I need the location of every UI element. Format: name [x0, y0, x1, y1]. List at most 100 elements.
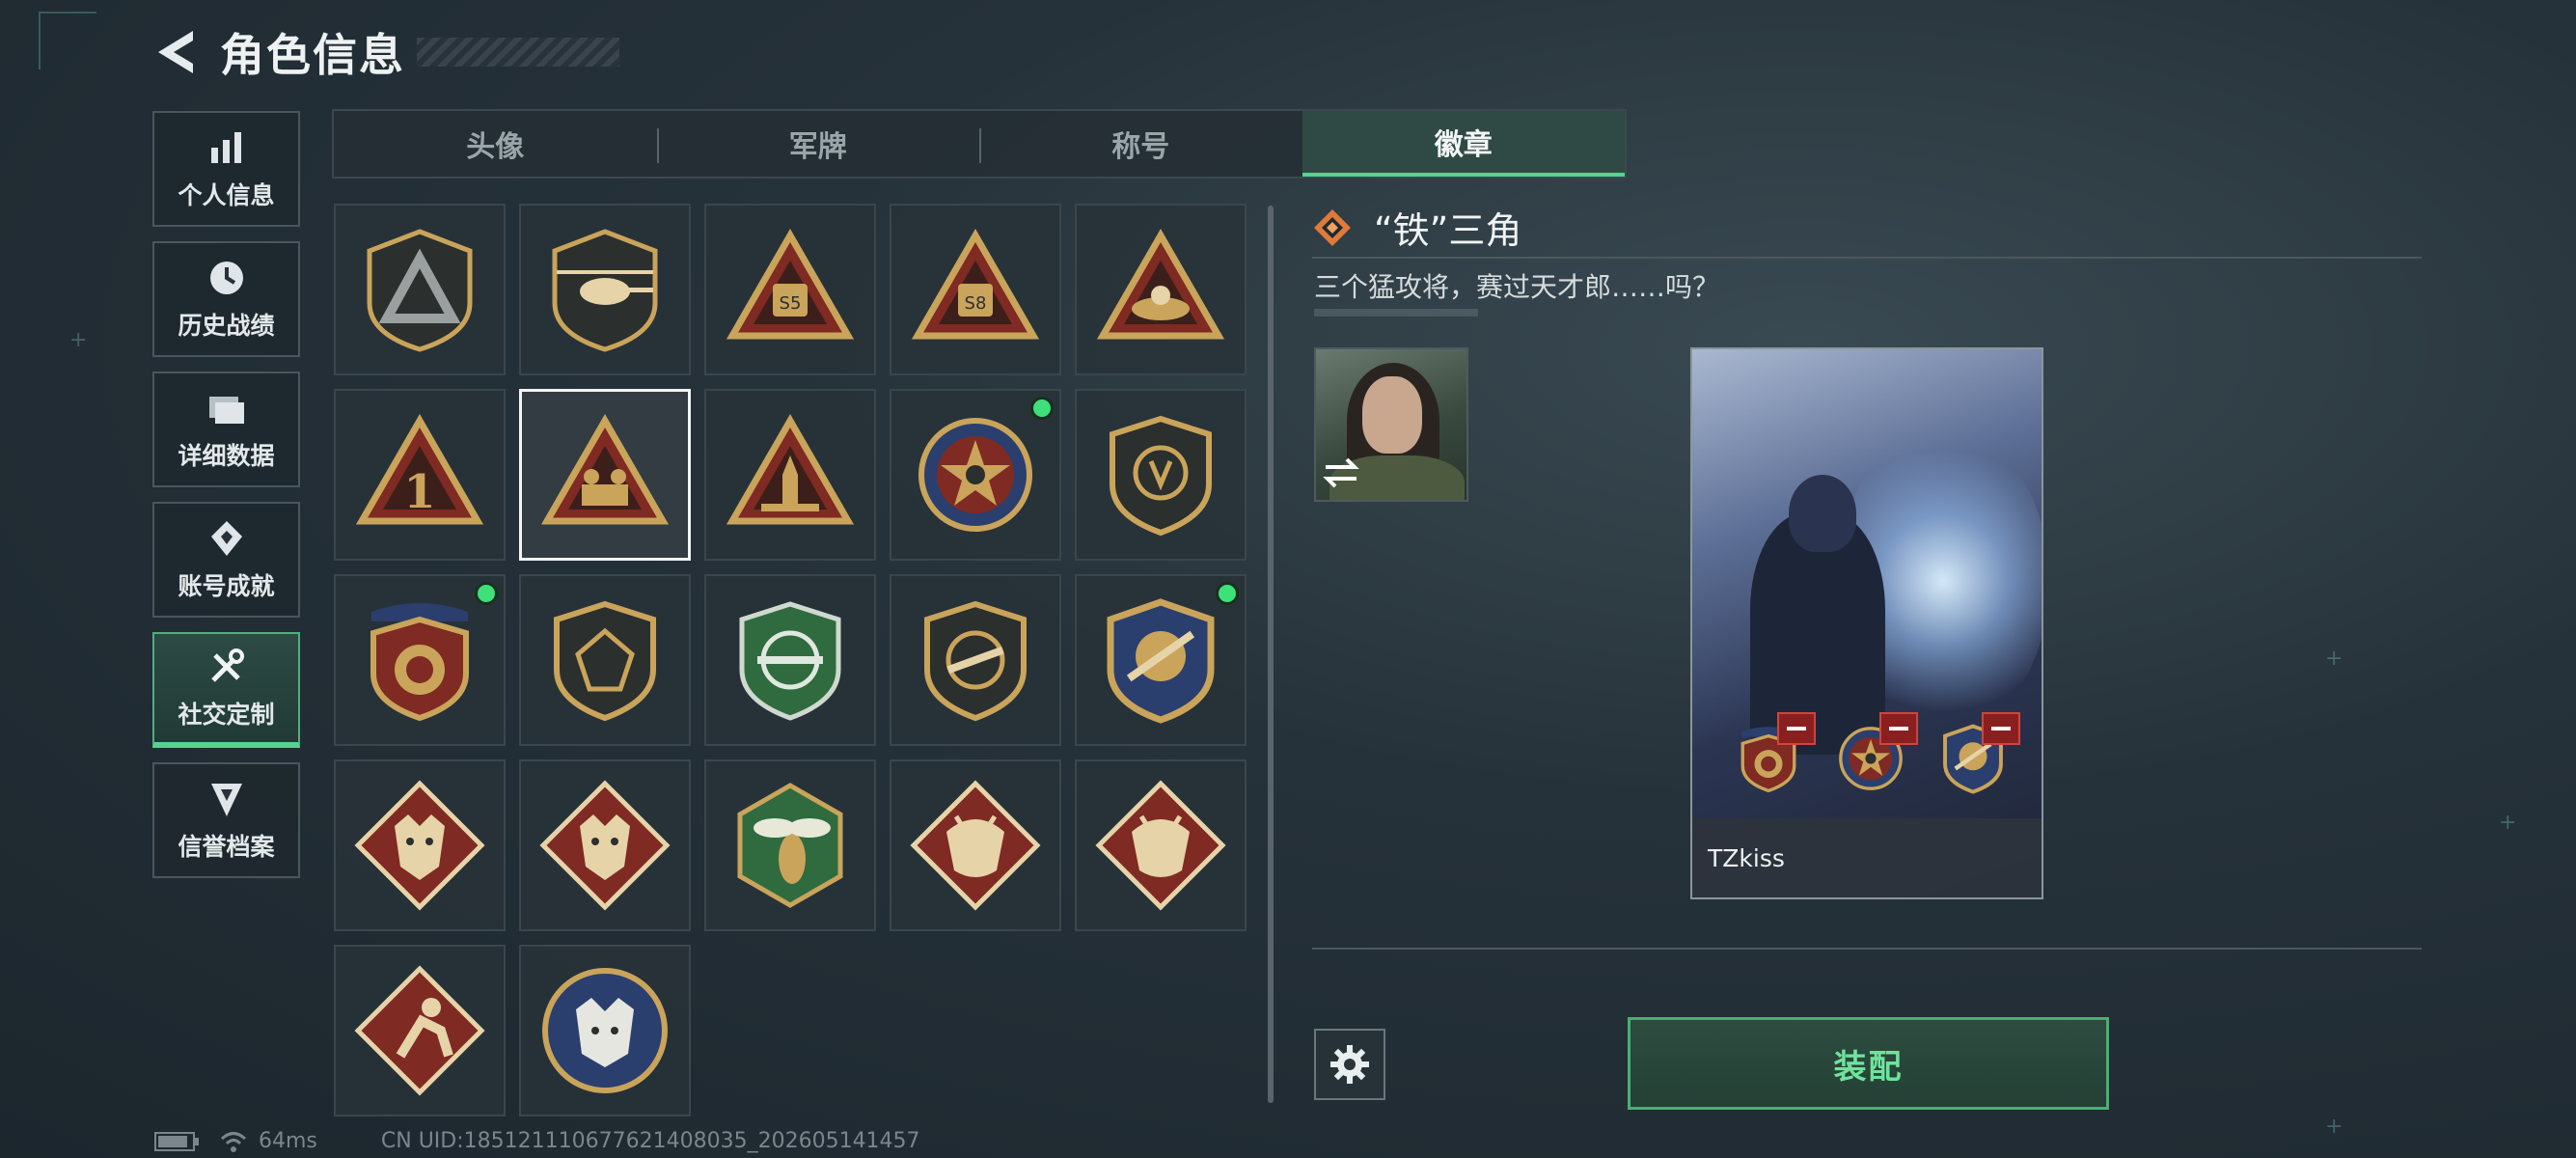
badge-cell[interactable]: S8: [890, 204, 1061, 375]
runner-diamond-badge-icon: [354, 965, 485, 1096]
badge-cell[interactable]: [890, 574, 1061, 746]
sidebar-item-history[interactable]: 历史战绩: [152, 241, 300, 357]
badge-name: “铁”三角: [1374, 209, 1522, 252]
badge-cell[interactable]: [519, 759, 691, 931]
uid-text: CN UID:185121110677621408035_20260514145…: [380, 1129, 920, 1153]
title-decoration: [417, 38, 619, 67]
badge-cell[interactable]: [1075, 759, 1247, 931]
sidebar-item-label: 个人信息: [178, 181, 275, 209]
svg-text:S8: S8: [965, 293, 987, 314]
badge-cell[interactable]: [334, 759, 506, 931]
badge-cell[interactable]: [1075, 204, 1247, 375]
badge-cell[interactable]: S5: [704, 204, 876, 375]
reputation-icon: [210, 784, 242, 816]
sidebar-item-detailed-data[interactable]: 详细数据: [152, 372, 300, 487]
badge-grid: S5 S8 1: [334, 204, 1250, 1117]
soldiers-triangle-badge-icon: [540, 413, 670, 525]
svg-text:1: 1: [403, 465, 435, 519]
sidebar-item-label: 账号成就: [178, 572, 275, 600]
description-decoration: [1314, 309, 1478, 317]
rocket-triangle-badge-icon: [726, 413, 855, 525]
player-card-preview: TZkiss: [1690, 347, 2043, 899]
equipped-badge: [1935, 712, 2020, 801]
badge-cell[interactable]: [704, 389, 876, 561]
divider: [1312, 948, 2422, 950]
triangle-shield-badge-icon: [367, 229, 473, 352]
sidebar-item-label: 信誉档案: [178, 833, 275, 861]
crosshair-decoration: +: [2499, 811, 2517, 835]
wifi-icon: [220, 1131, 247, 1152]
badge-cell[interactable]: [334, 204, 506, 375]
wolf-diamond-badge-icon: [354, 780, 485, 911]
gem-shield-badge-icon: [554, 600, 656, 722]
badge-cell[interactable]: [704, 759, 876, 931]
corner-decoration: [39, 12, 96, 69]
tab-dog-tag[interactable]: 军牌: [656, 111, 980, 177]
badge-cell[interactable]: 1: [334, 389, 506, 561]
dragon-diamond-badge-icon: [910, 780, 1041, 911]
remove-badge-button[interactable]: [1982, 712, 2020, 745]
crosshair-decoration: +: [2325, 1115, 2343, 1139]
star-emblem-badge-icon: [918, 418, 1032, 532]
sidebar-item-reputation[interactable]: 信誉档案: [152, 762, 300, 878]
badge-cell[interactable]: [1075, 574, 1247, 746]
nest-triangle-badge-icon: [1096, 228, 1225, 340]
sidebar-item-label: 社交定制: [178, 701, 275, 729]
rarity-diamond-icon: [1314, 208, 1351, 246]
avatar-face: [1362, 376, 1422, 454]
category-tabs: 头像 军牌 称号 徽章: [332, 109, 1627, 179]
badge-cell[interactable]: [1075, 389, 1247, 561]
equipped-badges: [1731, 712, 2020, 801]
divider: [1312, 257, 2422, 259]
tab-title[interactable]: 称号: [979, 111, 1302, 177]
badge-cell[interactable]: [519, 574, 691, 746]
sidebar-item-achievements[interactable]: 账号成就: [152, 502, 300, 618]
sidebar-item-personal-info[interactable]: 个人信息: [152, 111, 300, 227]
badge-cell[interactable]: [334, 574, 506, 746]
dragon-diamond-badge-icon: [1095, 780, 1226, 911]
badge-description: 三个猛攻将，赛过天才郎……吗？: [1314, 271, 1720, 303]
settings-button[interactable]: [1314, 1029, 1385, 1100]
s8-triangle-badge-icon: S8: [911, 228, 1040, 340]
scrollbar[interactable]: [1268, 206, 1274, 1103]
avatar[interactable]: [1314, 347, 1468, 502]
tab-avatar[interactable]: 头像: [334, 111, 657, 177]
player-name: TZkiss: [1708, 843, 1785, 872]
blue-gold-sword-badge-icon: [1107, 598, 1215, 724]
wasp-hexagon-badge-icon: [737, 783, 843, 908]
folder-icon: [208, 397, 244, 424]
badge-cell[interactable]: [519, 204, 691, 375]
page-header: 角色信息: [154, 23, 619, 81]
bar-chart-icon: [210, 132, 241, 163]
wolf-diamond-badge-icon: [539, 780, 671, 911]
sidebar-item-social-custom[interactable]: 社交定制: [152, 632, 300, 748]
dark-shield-badge-icon: [1110, 415, 1212, 537]
badge-detail-header: “铁”三角: [1312, 201, 1521, 254]
badge-cell[interactable]: [704, 574, 876, 746]
clock-icon: [209, 262, 243, 294]
back-arrow-icon[interactable]: [154, 27, 201, 77]
red-gold-shield-badge-icon: [370, 603, 469, 722]
swap-icon[interactable]: [1322, 454, 1360, 492]
sidebar: 个人信息 历史战绩 详细数据 账号成就 社交定制 信誉档案: [152, 111, 300, 893]
badge-cell[interactable]: [334, 945, 506, 1117]
sidebar-item-label: 详细数据: [178, 442, 275, 470]
badge-cell[interactable]: [890, 759, 1061, 931]
badge-cell[interactable]: [519, 389, 691, 561]
remove-badge-button[interactable]: [1879, 712, 1918, 745]
equip-button-label: 装配: [1833, 1047, 1904, 1087]
equip-button[interactable]: 装配: [1628, 1017, 2109, 1110]
badge-cell[interactable]: [890, 389, 1061, 561]
crosshair-decoration: +: [2325, 647, 2343, 671]
green-crosshair-badge-icon: [739, 601, 841, 721]
sidebar-item-label: 历史战绩: [178, 312, 275, 340]
equipped-badge: [1833, 712, 1918, 801]
svg-text:S5: S5: [780, 293, 802, 314]
tab-badge[interactable]: 徽章: [1302, 111, 1625, 177]
status-bar: 64ms CN UID:185121110677621408035_202605…: [154, 1129, 920, 1153]
card-art-head: [1789, 475, 1856, 552]
remove-badge-button[interactable]: [1777, 712, 1816, 745]
badge-cell[interactable]: [519, 945, 691, 1117]
new-indicator-dot: [475, 582, 498, 605]
achievement-icon: [210, 521, 242, 556]
